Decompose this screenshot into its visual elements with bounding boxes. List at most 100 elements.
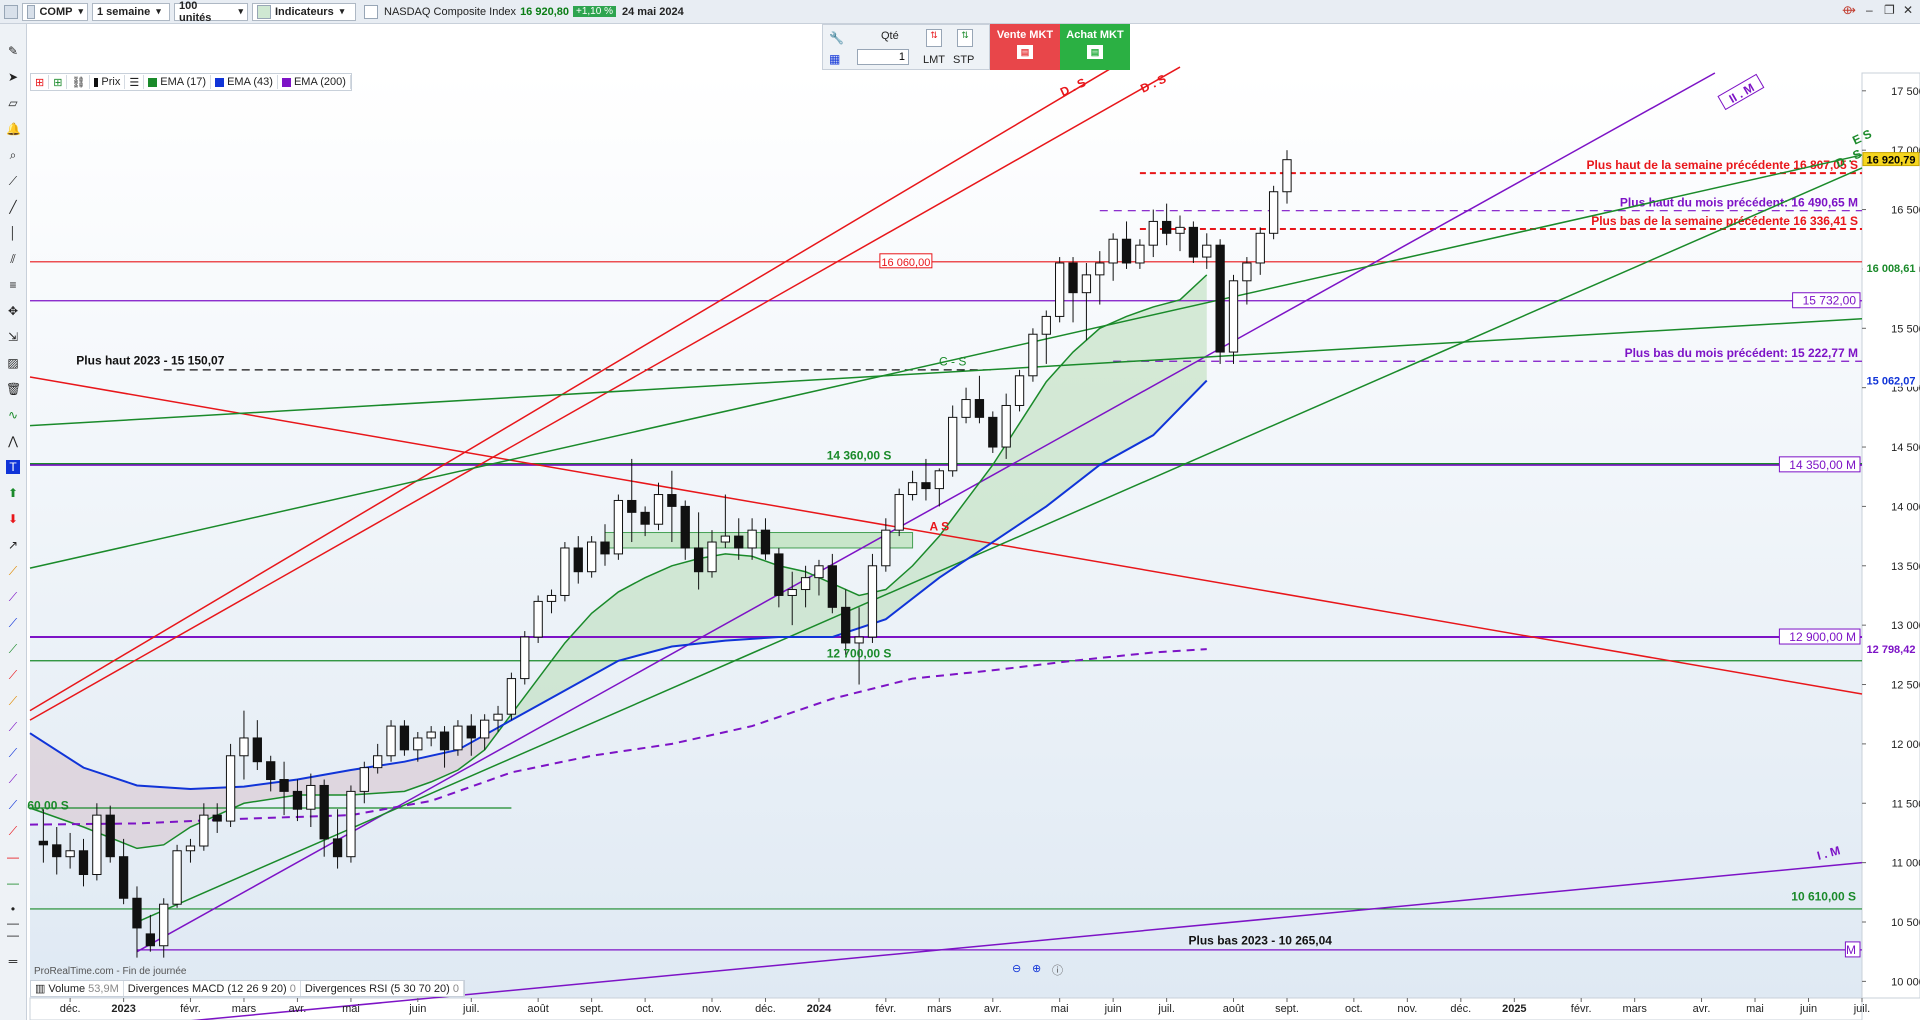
sell-market-button[interactable]: Vente MKT ▤	[990, 24, 1060, 70]
buy-market-button[interactable]: Achat MKT ▤	[1060, 24, 1130, 70]
green-hline-icon[interactable]: —	[6, 876, 20, 890]
red-segment-icon[interactable]: ⟋	[6, 824, 20, 838]
ruler-icon[interactable]: ▱	[6, 96, 20, 110]
legend-ema200[interactable]: EMA (200)	[278, 75, 351, 89]
minimize-icon[interactable]: –	[1866, 3, 1873, 17]
legend-ema43[interactable]: EMA (43)	[211, 75, 278, 89]
candle-body	[493, 713, 503, 721]
rsi-value: 0	[452, 982, 460, 995]
candle-body	[426, 731, 436, 739]
vertical-line-icon[interactable]: │	[6, 226, 20, 240]
candle-body	[586, 541, 597, 573]
stp-button[interactable]: STP	[953, 54, 974, 66]
orange-line-icon[interactable]: ⟋	[6, 694, 20, 708]
x-tick-label: févr.	[1571, 1003, 1592, 1015]
candle-body	[1001, 404, 1011, 448]
red-trendline-icon[interactable]: ⟋	[6, 668, 20, 682]
segment-icon[interactable]: ⟋	[6, 174, 20, 188]
keypad-icon[interactable]: ▦	[829, 52, 840, 66]
list-icon[interactable]: ☰	[125, 75, 145, 89]
channel-icon[interactable]: ⫽	[6, 252, 20, 266]
qty-input[interactable]	[857, 49, 909, 65]
candle-body	[1242, 262, 1252, 282]
wave-icon[interactable]: ∿	[6, 408, 20, 422]
zoom-out-icon[interactable]: ⊖	[1012, 962, 1021, 975]
candle-body	[787, 589, 797, 596]
candle-body	[1108, 238, 1118, 264]
legend-ema17[interactable]: EMA (17)	[144, 75, 212, 89]
double-hline-icon[interactable]: ═	[6, 954, 20, 968]
candle-body	[720, 535, 731, 543]
drawing-tools-icon[interactable]: ⟴	[1842, 3, 1856, 17]
alarm-icon[interactable]: 🔔	[6, 122, 21, 136]
price-chart[interactable]: Plus haut de la semaine précédente 16 80…	[0, 0, 1920, 1020]
dot-line-icon[interactable]: •—	[6, 902, 20, 930]
candle-body	[1175, 226, 1185, 234]
add-indicator-icon[interactable]: ⊞	[31, 75, 50, 89]
candle-body	[988, 416, 998, 448]
pencil-icon[interactable]: ✎	[6, 44, 20, 58]
arrow-icon[interactable]: ↗	[6, 538, 20, 552]
units-selector[interactable]: 100 unités ▾	[174, 0, 248, 24]
trash-icon[interactable]: 🗑	[6, 382, 21, 396]
purple-line-icon[interactable]: ⟋	[6, 720, 20, 734]
green-trendline-icon[interactable]: ⟋	[6, 642, 20, 656]
indicators-label: Indicateurs	[275, 5, 334, 18]
lmt-button[interactable]: LMT	[923, 54, 945, 66]
text-icon[interactable]: T	[6, 460, 20, 474]
arrow-down-icon[interactable]: ⬇	[6, 512, 20, 526]
axis-tag-label: 15 062,07	[1867, 375, 1916, 387]
period-selector[interactable]: 1 semaine ▾	[92, 2, 170, 21]
cursor-icon[interactable]: ➤	[6, 70, 20, 84]
volume-tab[interactable]: ▥ Volume 53,9M	[31, 981, 124, 996]
zoom-icon[interactable]: ⌕	[6, 148, 20, 162]
orange-trendline-icon[interactable]: ⟋	[6, 564, 20, 578]
annotation-label: 12 700,00 S	[827, 647, 892, 661]
candle-body	[1041, 315, 1051, 335]
x-tick-label: juin	[408, 1003, 426, 1015]
sell-icon: ▤	[1017, 45, 1033, 59]
purple-trendline-icon[interactable]: ⟋	[6, 590, 20, 604]
instrument-name: NASDAQ Composite Index	[384, 5, 517, 18]
macd-tab[interactable]: Divergences MACD (12 26 9 20) 0	[124, 981, 301, 996]
move-icon[interactable]: ✥	[6, 304, 20, 318]
red-hline-icon[interactable]: —	[6, 850, 20, 864]
brush-icon[interactable]: ▨	[6, 356, 20, 370]
volume-value: 53,9M	[88, 982, 119, 995]
line-icon[interactable]: ╱	[6, 200, 20, 214]
info-icon[interactable]: ⓘ	[1052, 962, 1063, 978]
candle-body	[92, 814, 102, 876]
close-icon[interactable]: ✕	[1903, 3, 1913, 17]
candle-body	[199, 814, 209, 847]
wrench-icon[interactable]: 🔧	[829, 31, 844, 45]
stp-icon[interactable]: ⇅	[957, 29, 973, 47]
instrument-info-icon[interactable]	[364, 4, 378, 19]
candle-body	[145, 933, 155, 947]
annotation-label: Plus bas 2023 - 10 265,04	[1189, 933, 1333, 947]
add-price-icon[interactable]: ⊞	[49, 75, 68, 89]
lmt-icon[interactable]: ⇅	[926, 29, 942, 47]
symbol-selector[interactable]: COMP ▾	[22, 2, 88, 21]
arrow-up-icon[interactable]: ⬆	[6, 486, 20, 500]
projection-icon[interactable]: ⇲	[6, 330, 20, 344]
rsi-tab[interactable]: Divergences RSI (5 30 70 20) 0	[301, 981, 465, 996]
pattern-icon[interactable]: ⋀	[6, 434, 20, 448]
purple-segment-icon[interactable]: ⟋	[6, 772, 20, 786]
hline-icon[interactable]: —	[6, 928, 20, 942]
order-panel: 🔧 ▦ Qté ⇅ LMT ⇅ STP	[822, 24, 990, 70]
candle-body	[373, 755, 383, 769]
blue-segment-icon[interactable]: ⟋	[6, 798, 20, 812]
candle-body	[948, 416, 958, 472]
blue-line-icon[interactable]: ⟋	[6, 746, 20, 760]
zoom-in-icon[interactable]: ⊕	[1032, 962, 1041, 975]
grid-icon[interactable]	[4, 4, 18, 19]
indicators-button[interactable]: Indicateurs ▾	[252, 2, 356, 21]
blue-trendline-icon[interactable]: ⟋	[6, 616, 20, 630]
candle-body	[172, 850, 182, 905]
restore-icon[interactable]: ❐	[1884, 3, 1895, 17]
legend-price[interactable]: Prix	[90, 75, 126, 89]
fibonacci-icon[interactable]: ≡	[6, 278, 20, 292]
candle-body	[118, 856, 129, 899]
link-icon[interactable]: ⛓	[67, 75, 91, 89]
y-tick-label: 14 000	[1891, 501, 1920, 513]
